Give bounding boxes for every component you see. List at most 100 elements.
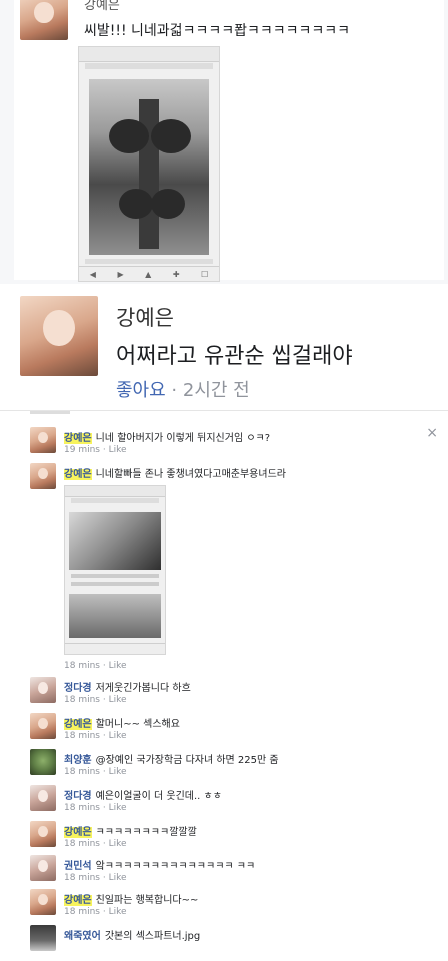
post-card: 강예은 씨발!!! 니네과걻ㅋㅋㅋㅋ퐙ㅋㅋㅋㅋㅋㅋㅋㅋ ◀ ▶ ▲ ✚ ☐: [14, 0, 444, 282]
figure-shape: [151, 119, 191, 153]
comment-like-link[interactable]: Like: [109, 839, 127, 849]
commenter-avatar[interactable]: [30, 677, 56, 703]
comment-time: 19 mins: [64, 445, 100, 455]
historical-photo: [69, 594, 161, 638]
comment-body: 왜죽였어 갓본의 섹스파트너.jpg: [64, 927, 436, 942]
post-panel-middle: 강예은 어쩌라고 유관순 씹걸래야 좋아요 · 2시간 전: [0, 290, 448, 406]
attached-screenshot[interactable]: [64, 485, 166, 655]
comment-text: 앜ㅋㅋㅋㅋㅋㅋㅋㅋㅋㅋㅋㅋㅋㅋ ㅋㅋ: [95, 861, 256, 872]
comment-body: 강예은 할머니~~ 섹스해요: [64, 715, 436, 730]
historical-photo: [89, 79, 209, 255]
comment-text: 저게웃긴가봅니다 하흐: [95, 683, 191, 694]
add-icon: ✚: [172, 269, 180, 279]
caption-line: [71, 498, 159, 503]
post-author[interactable]: 강예은: [84, 0, 120, 13]
historical-photo: [69, 512, 161, 570]
cut-off-row: [30, 411, 70, 414]
caption-line: [71, 582, 159, 586]
comment-meta: 18 mins · Like: [64, 839, 127, 849]
comment-meta: 19 mins · Like: [64, 445, 127, 455]
comment-text: @장예인 국가장학금 다자녀 하면 225만 줌: [95, 755, 279, 766]
comment-like-link[interactable]: Like: [109, 731, 127, 741]
commenter-name[interactable]: 강예은: [64, 433, 92, 444]
commenter-name[interactable]: 최양훈: [64, 755, 92, 766]
commenter-avatar[interactable]: [30, 855, 56, 881]
comment-time: 18 mins: [64, 839, 100, 849]
commenter-avatar[interactable]: [30, 713, 56, 739]
commenter-name[interactable]: 강예은: [64, 469, 92, 480]
forward-icon: ▶: [117, 269, 124, 279]
meta-separator: ·: [171, 380, 178, 401]
comment-text: ㅋㅋㅋㅋㅋㅋㅋㅋ깔깔깔: [95, 827, 197, 838]
comment-meta: 18 mins · Like: [64, 873, 127, 883]
comment-time: 18 mins: [64, 873, 100, 883]
comment-like-link[interactable]: Like: [109, 873, 127, 883]
commenter-name[interactable]: 강예은: [64, 719, 92, 730]
figure-shape: [109, 119, 149, 153]
comment-body: 정다경 예은이얼굴이 더 웃긴데.. ㅎㅎ: [64, 787, 436, 802]
commenter-avatar[interactable]: [30, 785, 56, 811]
back-icon: ◀: [89, 269, 96, 279]
comment-like-link[interactable]: Like: [109, 803, 127, 813]
post-text: 어쩌라고 유관순 씹걸래야: [116, 344, 353, 369]
comment-like-link[interactable]: Like: [109, 907, 127, 917]
browser-toolbar: [79, 47, 219, 62]
comment-text: 니네 할아버지가 이렇게 뒤지신거임 ㅇㅋ?: [95, 433, 271, 444]
post-time: 2시간 전: [182, 380, 250, 401]
commenter-avatar[interactable]: [30, 925, 56, 951]
post-author[interactable]: 강예은: [116, 302, 174, 332]
comment-like-link[interactable]: Like: [109, 661, 127, 671]
comment-body: 정다경 저게웃긴가봅니다 하흐: [64, 679, 436, 694]
post-panel-top: 강예은 씨발!!! 니네과걻ㅋㅋㅋㅋ퐙ㅋㅋㅋㅋㅋㅋㅋㅋ ◀ ▶ ▲ ✚ ☐: [0, 0, 448, 284]
browser-toolbar: [65, 486, 165, 497]
author-avatar[interactable]: [20, 0, 68, 40]
commenter-avatar[interactable]: [30, 749, 56, 775]
commenter-name[interactable]: 정다경: [64, 683, 92, 694]
comment-text: 예은이얼굴이 더 웃긴데.. ㅎㅎ: [95, 791, 222, 802]
comment-like-link[interactable]: Like: [109, 445, 127, 455]
figure-shape: [119, 189, 153, 219]
commenter-avatar[interactable]: [30, 821, 56, 847]
author-avatar[interactable]: [20, 296, 98, 376]
caption-line: [71, 574, 159, 578]
commenter-name[interactable]: 권민석: [64, 861, 92, 872]
comment-time: 18 mins: [64, 731, 100, 741]
comment-text: 할머니~~ 섹스해요: [95, 719, 180, 730]
caption-line: [85, 63, 213, 69]
comment-time: 18 mins: [64, 695, 100, 705]
post-meta: 좋아요 · 2시간 전: [116, 376, 250, 402]
commenter-name[interactable]: 왜죽였어: [64, 931, 101, 942]
comment-text: 친일파는 행복합니다~~: [95, 895, 199, 906]
comment-meta: 18 mins · Like: [64, 661, 127, 671]
comment-body: 강예은 니네 할아버지가 이렇게 뒤지신거임 ㅇㅋ?: [64, 429, 436, 444]
commenter-avatar[interactable]: [30, 889, 56, 915]
comment-body: 권민석 앜ㅋㅋㅋㅋㅋㅋㅋㅋㅋㅋㅋㅋㅋㅋ ㅋㅋ: [64, 857, 436, 872]
browser-nav-bar: [65, 643, 165, 654]
comment-text: 니네할빠들 존나 좋챙녀였다고매춘부용녀드라: [95, 469, 286, 480]
attached-screenshot[interactable]: ◀ ▶ ▲ ✚ ☐: [78, 46, 220, 282]
like-link[interactable]: 좋아요: [116, 380, 166, 401]
commenter-name[interactable]: 강예은: [64, 895, 92, 906]
comment-time: 18 mins: [64, 661, 100, 671]
tabs-icon: ☐: [201, 269, 209, 279]
caption-line: [85, 259, 213, 264]
comment-meta: 18 mins · Like: [64, 695, 127, 705]
comment-body: 강예은 니네할빠들 존나 좋챙녀였다고매춘부용녀드라: [64, 465, 436, 480]
comment-like-link[interactable]: Like: [109, 767, 127, 777]
comment-body: 강예은 ㅋㅋㅋㅋㅋㅋㅋㅋ깔깔깔: [64, 823, 436, 838]
commenter-avatar[interactable]: [30, 427, 56, 453]
comment-like-link[interactable]: Like: [109, 695, 127, 705]
comment-meta: 18 mins · Like: [64, 767, 127, 777]
commenter-name[interactable]: 강예은: [64, 827, 92, 838]
commenter-avatar[interactable]: [30, 463, 56, 489]
comment-time: 18 mins: [64, 767, 100, 777]
comments-panel: × 강예은 니네 할아버지가 이렇게 뒤지신거임 ㅇㅋ? 19 mins · Li…: [0, 410, 448, 961]
comment-meta: 18 mins · Like: [64, 803, 127, 813]
post-text: 씨발!!! 니네과걻ㅋㅋㅋㅋ퐙ㅋㅋㅋㅋㅋㅋㅋㅋ: [84, 23, 351, 39]
comment-body: 최양훈 @장예인 국가장학금 다자녀 하면 225만 줌: [64, 751, 436, 766]
browser-nav-bar: ◀ ▶ ▲ ✚ ☐: [79, 266, 219, 281]
comment-meta: 18 mins · Like: [64, 731, 127, 741]
comment-body: 강예은 친일파는 행복합니다~~: [64, 891, 436, 906]
comment-text: 갓본의 섹스파트너.jpg: [104, 931, 201, 942]
commenter-name[interactable]: 정다경: [64, 791, 92, 802]
